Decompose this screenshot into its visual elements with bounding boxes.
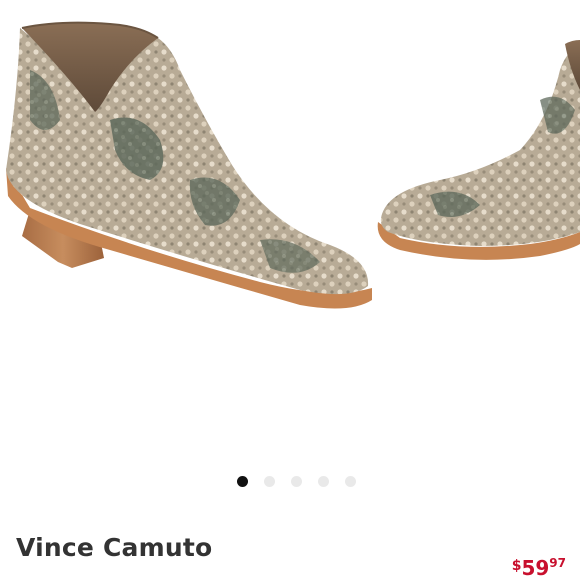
carousel-dot[interactable] — [263, 476, 275, 487]
carousel-dot[interactable] — [290, 476, 302, 487]
price-whole: 59 — [521, 556, 550, 580]
product-image-carousel[interactable] — [0, 0, 580, 460]
carousel-dot[interactable] — [317, 476, 329, 487]
carousel-dot[interactable] — [344, 476, 356, 487]
product-card: Vince Camuto $5997 — [0, 0, 580, 580]
price-currency: $ — [511, 558, 522, 574]
price: $5997 — [512, 557, 566, 578]
price-cents: 97 — [549, 556, 566, 570]
carousel-dot[interactable] — [236, 476, 248, 487]
product-photo[interactable] — [0, 0, 580, 460]
brand-name[interactable]: Vince Camuto — [16, 533, 212, 562]
carousel-pagination — [0, 476, 580, 487]
